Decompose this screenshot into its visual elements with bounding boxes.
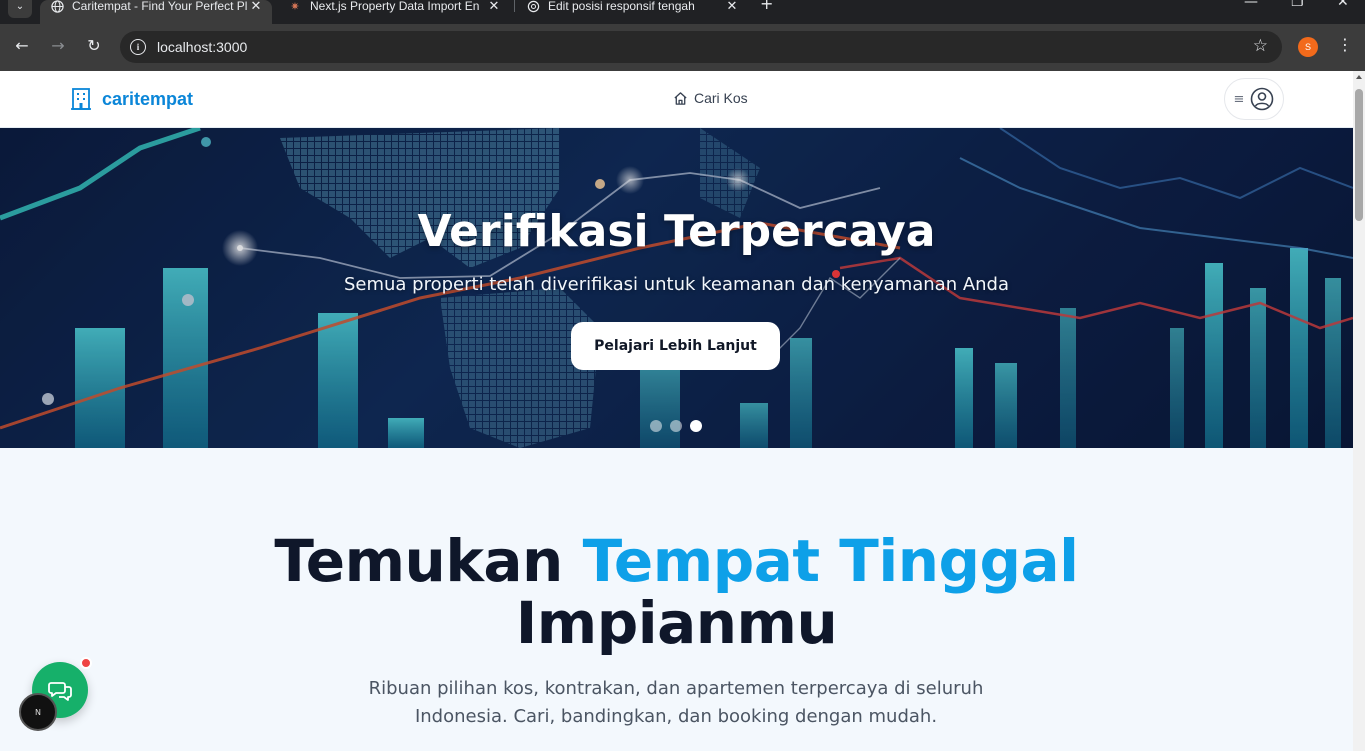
- carousel-dot-3[interactable]: [690, 420, 702, 432]
- headline-part-2: Impianmu: [515, 589, 838, 657]
- hero-subtitle: Semua properti telah diverifikasi untuk …: [343, 274, 1010, 295]
- maximize-button[interactable]: ❐: [1291, 0, 1304, 10]
- nextjs-logo-icon: N: [35, 707, 41, 717]
- nav-cari-kos[interactable]: Cari Kos: [673, 90, 748, 106]
- user-circle-icon: [1251, 87, 1274, 111]
- brand-name: caritempat: [102, 88, 194, 109]
- notification-badge: [80, 657, 92, 669]
- page-scrollbar[interactable]: [1353, 71, 1365, 751]
- close-tab-icon[interactable]: ✕: [724, 0, 740, 14]
- browser-menu-icon[interactable]: ⋮: [1337, 35, 1353, 54]
- scrollbar-thumb[interactable]: [1355, 89, 1363, 221]
- menu-icon: ≡: [1233, 91, 1245, 107]
- tab-title: Next.js Property Data Import En: [310, 0, 480, 13]
- browser-tabstrip: ⌄ Caritempat - Find Your Perfect Pl ✕ ✷ …: [0, 0, 1365, 24]
- reload-button[interactable]: ↻: [84, 36, 104, 55]
- site-info-icon[interactable]: i: [130, 39, 146, 55]
- nextjs-dev-tools-button[interactable]: N: [19, 693, 57, 731]
- user-menu-button[interactable]: ≡: [1224, 78, 1284, 120]
- tab-title: Caritempat - Find Your Perfect Pl: [72, 0, 248, 13]
- tab-caritempat[interactable]: Caritempat - Find Your Perfect Pl ✕: [40, 0, 272, 24]
- building-icon: [71, 88, 91, 110]
- hero-title: Verifikasi Terpercaya: [417, 206, 936, 257]
- nav-cari-kos-label: Cari Kos: [694, 90, 748, 106]
- lead-paragraph: Ribuan pilihan kos, kontrakan, dan apart…: [368, 678, 984, 727]
- profile-avatar[interactable]: S: [1298, 37, 1318, 57]
- forward-button[interactable]: →: [48, 36, 68, 55]
- tab-edit-posisi[interactable]: Edit posisi responsif tengah ✕: [516, 0, 748, 24]
- page-viewport: caritempat Cari Kos ≡ Verifikasi Terperc…: [0, 71, 1353, 751]
- headline-accent: Tempat Tinggal: [582, 527, 1080, 595]
- brand-logo-link[interactable]: caritempat: [70, 87, 193, 111]
- globe-icon: [50, 0, 64, 13]
- browser-toolbar: ← → ↻ i localhost:3000 ☆ S ⋮: [0, 24, 1365, 71]
- close-tab-icon[interactable]: ✕: [248, 0, 264, 14]
- site-header: caritempat Cari Kos ≡: [0, 71, 1353, 128]
- minimize-button[interactable]: —: [1244, 0, 1258, 10]
- chatgpt-icon: [526, 0, 540, 13]
- tab-nextjs-import[interactable]: ✷ Next.js Property Data Import En ✕: [278, 0, 510, 24]
- tab-search-button[interactable]: ⌄: [8, 0, 32, 18]
- claude-icon: ✷: [290, 0, 300, 13]
- new-tab-button[interactable]: +: [760, 0, 773, 13]
- hero-carousel: Verifikasi Terpercaya Semua properti tel…: [0, 128, 1353, 448]
- tab-divider: [514, 0, 515, 12]
- scroll-up-arrow-icon[interactable]: [1356, 75, 1362, 79]
- main-headline: Temukan Tempat Tinggal Impianmu: [0, 530, 1353, 654]
- learn-more-button[interactable]: Pelajari Lebih Lanjut: [571, 322, 780, 370]
- close-window-button[interactable]: ✕: [1337, 0, 1349, 10]
- bookmark-star-icon[interactable]: ☆: [1253, 36, 1268, 56]
- carousel-indicators: [650, 420, 702, 432]
- back-button[interactable]: ←: [12, 36, 32, 55]
- tab-title: Edit posisi responsif tengah: [548, 0, 695, 13]
- headline-part-1: Temukan: [274, 527, 563, 595]
- carousel-dot-1[interactable]: [650, 420, 662, 432]
- carousel-dot-2[interactable]: [670, 420, 682, 432]
- address-bar[interactable]: i localhost:3000 ☆: [120, 31, 1282, 63]
- home-icon: [674, 91, 687, 105]
- url-text[interactable]: localhost:3000: [157, 39, 247, 55]
- close-tab-icon[interactable]: ✕: [486, 0, 502, 14]
